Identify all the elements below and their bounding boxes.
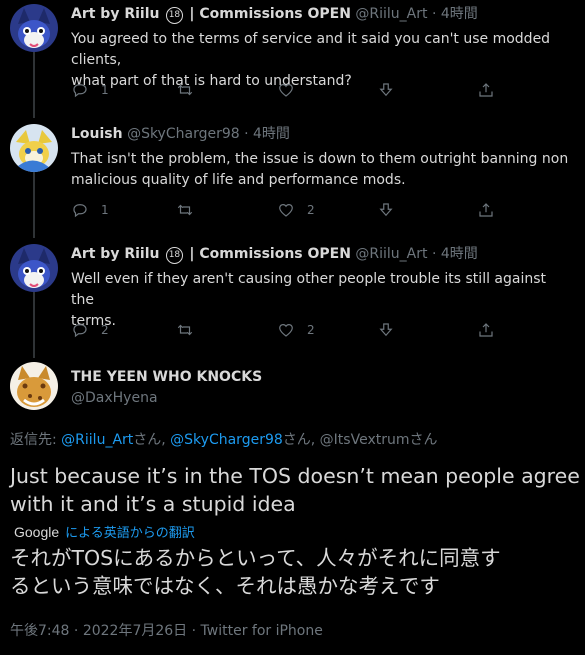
tweet-text-line: with it and it’s a stupid idea (10, 492, 296, 516)
post-date[interactable]: 2022年7月26日 (83, 623, 187, 639)
replying-to: 返信先: @Riilu_Artさん, @SkyCharger98さん, @Its… (10, 429, 437, 449)
download-icon (379, 323, 393, 337)
tweet-meta: 午後7:48 · 2022年7月26日 · Twitter for iPhone (10, 620, 323, 640)
reply-icon (73, 324, 87, 338)
age-18-badge: 18 (165, 7, 183, 24)
reply-user-link[interactable]: @SkyCharger98 (170, 432, 283, 448)
download-icon (379, 203, 393, 217)
reply-count: 2 (101, 323, 109, 337)
like-button[interactable] (277, 81, 307, 99)
avatar[interactable] (10, 362, 58, 410)
share-button[interactable] (477, 201, 495, 219)
tweet-text: That isn't the problem, the issue is dow… (71, 149, 571, 191)
translated-text-line: るという意味ではなく、それは愚かな考えです (10, 574, 440, 598)
share-icon (479, 323, 493, 337)
display-name-suffix[interactable]: | Commissions OPEN (189, 6, 351, 22)
translated-text: それがTOSにあるからといって、人々がそれに同意す るという意味ではなく、それは… (10, 544, 580, 600)
tweet-actions: 1 2 (71, 201, 511, 221)
tweet-text-line: Just because it’s in the TOS doesn’t mea… (10, 464, 580, 488)
reply-button[interactable]: 1 (71, 201, 109, 219)
tweet[interactable]: Louish @SkyCharger98 · 4時間 That isn't th… (0, 120, 585, 230)
like-icon (279, 84, 293, 97)
reply-prefix: 返信先: (10, 432, 57, 448)
translated-text-line: それがTOSにあるからといって、人々がそれに同意す (10, 546, 501, 570)
like-icon (279, 324, 293, 337)
separator-dot: · (431, 6, 437, 22)
separator-dot: · (191, 623, 197, 639)
avatar[interactable] (10, 4, 58, 52)
user-handle[interactable]: @SkyCharger98 (127, 126, 240, 142)
retweet-button[interactable] (176, 201, 206, 219)
tweet-actions: 2 2 (71, 321, 511, 341)
post-time[interactable]: 午後7:48 (10, 623, 69, 639)
retweet-icon (177, 204, 193, 216)
like-count: 2 (307, 323, 315, 337)
reply-user[interactable]: @ItsVextrum (320, 432, 410, 448)
separator-dot: · (431, 246, 437, 262)
reply-icon (73, 204, 87, 218)
tweet-actions: 1 (71, 81, 511, 101)
tweet[interactable]: Art by Riilu 18 | Commissions OPEN @Riil… (0, 240, 585, 350)
reply-user-link[interactable]: @Riilu_Art (61, 432, 133, 448)
honorific: さん (409, 432, 438, 448)
like-icon (279, 204, 293, 217)
user-handle[interactable]: @Riilu_Art (355, 6, 427, 22)
tweet-text: Just because it’s in the TOS doesn’t mea… (10, 462, 580, 518)
main-tweet: THE YEEN WHO KNOCKS @DaxHyena 返信先: @Riil… (0, 355, 585, 655)
translation-attribution[interactable]: Google による英語からの翻訳 (14, 522, 195, 542)
tweet[interactable]: Art by Riilu 18 | Commissions OPEN @Riil… (0, 0, 585, 110)
avatar[interactable] (10, 244, 58, 292)
display-name[interactable]: Art by Riilu (71, 6, 159, 22)
tweet-text-line: That isn't the problem, the issue is dow… (71, 151, 569, 167)
tweet-text-line: malicious quality of life and performanc… (71, 172, 406, 188)
post-source[interactable]: Twitter for iPhone (201, 623, 323, 639)
retweet-icon (177, 324, 193, 336)
translation-label[interactable]: による英語からの翻訳 (65, 522, 195, 541)
like-button[interactable]: 2 (277, 321, 315, 339)
tweet-header: Art by Riilu 18 | Commissions OPEN @Riil… (71, 3, 478, 24)
separator-dot: · (244, 126, 249, 142)
honorific: さん (282, 432, 311, 448)
display-name[interactable]: Art by Riilu (71, 246, 159, 262)
retweet-button[interactable] (176, 321, 206, 339)
reply-icon (73, 84, 87, 98)
comma: , (161, 432, 166, 448)
age-18-badge: 18 (165, 247, 183, 264)
timestamp[interactable]: 4時間 (441, 6, 478, 22)
timestamp[interactable]: 4時間 (253, 126, 290, 142)
display-name[interactable]: Louish (71, 126, 123, 142)
timestamp[interactable]: 4時間 (441, 246, 478, 262)
share-icon (479, 203, 493, 217)
display-name-suffix[interactable]: | Commissions OPEN (189, 246, 351, 262)
user-handle[interactable]: @Riilu_Art (355, 246, 427, 262)
like-count: 2 (307, 203, 315, 217)
google-logo: Google (14, 523, 60, 540)
display-name[interactable]: THE YEEN WHO KNOCKS (71, 369, 262, 385)
like-button[interactable]: 2 (277, 201, 315, 219)
share-button[interactable] (477, 81, 495, 99)
reply-button[interactable]: 2 (71, 321, 109, 339)
tweet-text-line: You agreed to the terms of service and i… (71, 31, 551, 68)
tweet-text-line: Well even if they aren't causing other p… (71, 271, 547, 308)
comma: , (310, 432, 316, 448)
share-button[interactable] (477, 321, 495, 339)
tweet-header: Art by Riilu 18 | Commissions OPEN @Riil… (71, 243, 478, 264)
honorific: さん (133, 432, 162, 448)
reply-count: 1 (101, 203, 109, 217)
retweet-button[interactable] (176, 81, 206, 99)
reply-button[interactable]: 1 (71, 81, 109, 99)
share-icon (479, 83, 493, 97)
separator-dot: · (73, 623, 79, 639)
download-icon (379, 83, 393, 97)
download-button[interactable] (377, 321, 395, 339)
download-button[interactable] (377, 81, 395, 99)
tweet-header: Louish @SkyCharger98 · 4時間 (71, 123, 290, 143)
retweet-icon (177, 84, 193, 96)
reply-count: 1 (101, 83, 109, 97)
avatar[interactable] (10, 124, 58, 172)
download-button[interactable] (377, 201, 395, 219)
user-handle[interactable]: @DaxHyena (71, 390, 158, 406)
